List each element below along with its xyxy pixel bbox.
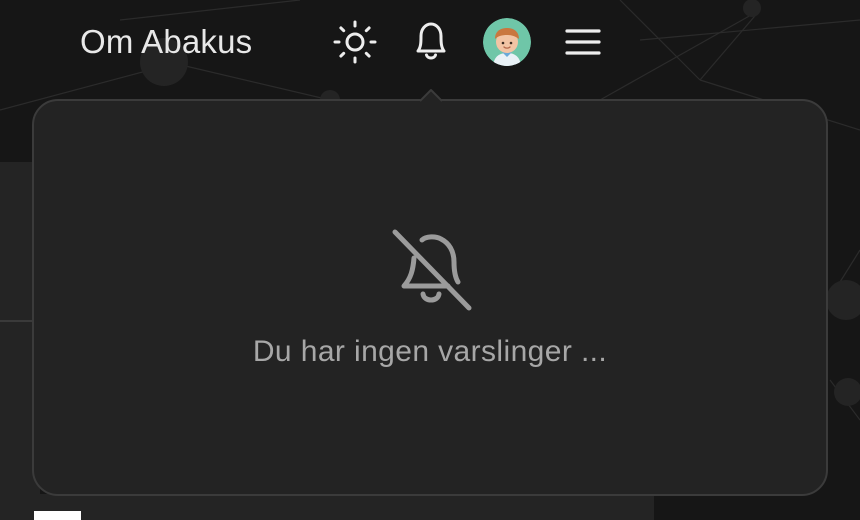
menu-button[interactable] (559, 18, 607, 66)
sun-icon (333, 20, 377, 64)
bell-icon (416, 22, 446, 60)
bell-off-icon (392, 229, 472, 311)
page: Om Abakus Du har ingen varslinger ... (0, 0, 860, 520)
notifications-button[interactable] (407, 16, 455, 64)
bottom-white-block (34, 511, 81, 520)
popover-arrow (420, 89, 442, 102)
hamburger-menu-icon (565, 29, 601, 55)
theme-toggle-button[interactable] (331, 18, 379, 66)
empty-notifications-message: Du har ingen varslinger ... (252, 335, 608, 368)
avatar[interactable] (483, 18, 531, 66)
avatar-image (483, 18, 531, 66)
bottom-content-bar (0, 494, 654, 520)
nav-link-om-abakus[interactable]: Om Abakus (80, 22, 252, 62)
